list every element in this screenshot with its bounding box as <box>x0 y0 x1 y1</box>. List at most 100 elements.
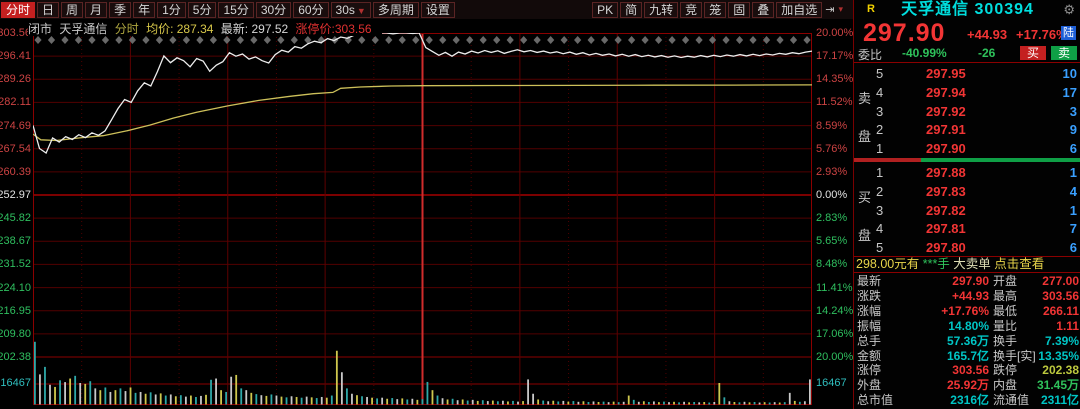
volume-bar <box>54 387 56 405</box>
stat-label: 涨跌 <box>857 289 881 304</box>
level-volume: 1 <box>1070 201 1077 220</box>
volume-bar <box>376 398 378 404</box>
volume-bar <box>185 397 187 405</box>
order-book-row[interactable]: 5297.9510 <box>854 64 1080 83</box>
period-tab-季[interactable]: 季 <box>109 2 131 18</box>
volume-bar <box>593 401 595 404</box>
price-axis-left: 303.56296.41289.26282.11274.69267.54260.… <box>0 0 31 409</box>
volume-bar <box>452 399 454 405</box>
period-tab-月[interactable]: 月 <box>85 2 107 18</box>
volume-bar <box>562 401 564 405</box>
volume-bar <box>432 390 434 404</box>
signal-diamond-icon <box>561 36 568 44</box>
volume-bar <box>245 390 247 404</box>
volume-bar <box>69 379 71 405</box>
signal-diamond-icon <box>61 36 68 44</box>
y-label-left: 209.80 <box>0 328 31 340</box>
tool-tab-固[interactable]: 固 <box>728 2 750 18</box>
tool-tab-PK[interactable]: PK <box>592 2 618 18</box>
period-tab-60分[interactable]: 60分 <box>293 2 328 18</box>
volume-bar <box>567 402 569 405</box>
signal-diamond-icon <box>88 36 95 44</box>
volume-bar <box>210 380 212 405</box>
volume-bar <box>638 402 640 405</box>
stat-row: 涨跌+44.93最高303.56 <box>854 289 1080 304</box>
y-label-right: 2.93% <box>816 166 847 178</box>
weibi-label: 委比 <box>858 46 882 63</box>
volume-bar <box>150 392 152 404</box>
market-status: 闭市 <box>28 22 52 36</box>
order-book-row[interactable]: 4297.817 <box>854 219 1080 238</box>
volume-bar <box>366 397 368 405</box>
volume-bar <box>734 402 736 405</box>
signal-diamond-icon <box>790 36 797 44</box>
volume-bar <box>774 402 776 404</box>
stock-title[interactable]: 天孚通信 300394 <box>854 0 1080 19</box>
buy-button[interactable]: 买 <box>1020 46 1046 60</box>
order-book-row[interactable]: 3297.923 <box>854 102 1080 121</box>
order-book-row[interactable]: 4297.9417 <box>854 83 1080 102</box>
signal-diamond-icon <box>75 36 82 44</box>
stat-label: 涨幅 <box>857 304 881 319</box>
order-book-row[interactable]: 2297.834 <box>854 182 1080 201</box>
order-book-row[interactable]: 1297.881 <box>854 163 1080 182</box>
buy-side-label: 买 <box>858 187 871 206</box>
order-book-row[interactable]: 2297.919 <box>854 120 1080 139</box>
y-label-right: 14.24% <box>816 305 853 317</box>
stat-value: 25.92万 <box>909 378 989 393</box>
volume-bar <box>240 388 242 404</box>
order-book-row[interactable]: 1297.906 <box>854 139 1080 158</box>
last-price-label: 最新: 297.52 <box>221 22 288 36</box>
tool-tab-笼[interactable]: 笼 <box>704 2 726 18</box>
stat-label: 最低 <box>993 304 1017 319</box>
volume-bar <box>336 351 338 405</box>
level-volume: 1 <box>1070 163 1077 182</box>
volume-bar <box>140 392 142 405</box>
volume-bar <box>678 402 680 404</box>
volume-bar <box>784 402 786 404</box>
tool-tab-九转[interactable]: 九转 <box>644 2 678 18</box>
volume-bar <box>311 397 313 404</box>
volume-bar <box>764 402 766 404</box>
sell-button[interactable]: 卖 <box>1051 46 1077 60</box>
period-tab-年[interactable]: 年 <box>133 2 155 18</box>
signal-diamond-icon <box>493 36 500 44</box>
signal-diamond-icon <box>358 36 365 44</box>
order-book-row[interactable]: 3297.821 <box>854 201 1080 220</box>
period-tab-设置[interactable]: 设置 <box>421 2 455 18</box>
tool-tab-简[interactable]: 简 <box>620 2 642 18</box>
signal-diamond-icon <box>372 36 379 44</box>
period-tab-多周期[interactable]: 多周期 <box>373 2 419 18</box>
big-order-notice[interactable]: 298.00元有 ***手 大卖单 点击查看 <box>856 257 1080 272</box>
period-tab-15分[interactable]: 15分 <box>218 2 253 18</box>
y-label-right: 14.35% <box>816 73 853 85</box>
level-number: 4 <box>876 83 883 102</box>
volume-bar <box>74 376 76 405</box>
volume-bar <box>49 385 51 405</box>
tool-tab-竞[interactable]: 竞 <box>680 2 702 18</box>
weicha-value: -26 <box>978 46 995 60</box>
volume-bar <box>583 401 585 404</box>
signal-diamond-icon <box>803 36 810 44</box>
period-tab-1分[interactable]: 1分 <box>157 2 186 18</box>
order-book-row[interactable]: 5297.806 <box>854 238 1080 257</box>
y-label-left: 202.38 <box>0 351 31 363</box>
volume-bar <box>769 403 771 405</box>
volume-bar <box>693 402 695 405</box>
period-toolbar: 分时日周月季年1分5分15分30分60分30s▼多周期设置 PK简九转竞笼固叠加… <box>0 0 853 19</box>
volume-bar <box>99 390 101 404</box>
stat-row: 振幅14.80%量比1.11 <box>854 319 1080 334</box>
level-price: 297.81 <box>926 219 966 238</box>
y-label-left: 245.82 <box>0 212 31 224</box>
volume-bar <box>457 400 459 404</box>
volume-bar <box>235 375 237 405</box>
intraday-chart[interactable] <box>33 33 812 405</box>
period-label: 分时 <box>115 22 139 36</box>
period-tab-5分[interactable]: 5分 <box>188 2 217 18</box>
period-tab-30s[interactable]: 30s▼ <box>331 2 371 18</box>
tool-tab-叠[interactable]: 叠 <box>752 2 774 18</box>
period-tab-30分[interactable]: 30分 <box>256 2 291 18</box>
period-tab-周[interactable]: 周 <box>61 2 83 18</box>
settings-gear-icon[interactable]: ⚙ <box>1063 2 1075 18</box>
period-tab-日[interactable]: 日 <box>37 2 59 18</box>
